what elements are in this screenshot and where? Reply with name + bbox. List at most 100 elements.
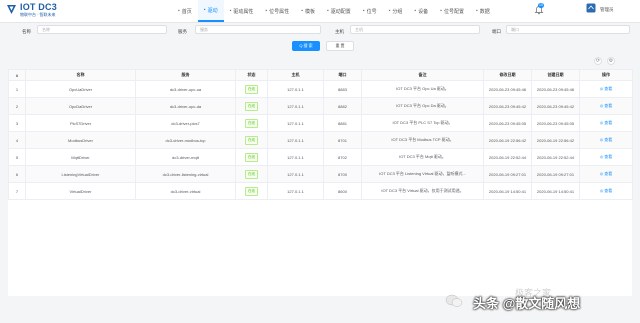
table-cell: 在线 — [235, 80, 268, 98]
nav-item-10[interactable]: ▪ 数据 — [470, 0, 496, 22]
cell-text: 4 — [15, 137, 19, 143]
group-icon: ▪ — [388, 8, 391, 14]
refresh-icon[interactable]: ⟳ — [594, 57, 602, 65]
table-cell: ◎ 查看 — [579, 97, 633, 115]
table-cell: dc3-driver-opc-ua — [135, 80, 236, 98]
cell-text: 2020-06-19 09:27:01 — [536, 171, 575, 177]
view-link[interactable]: ◎ 查看 — [600, 103, 613, 108]
view-link[interactable]: ◎ 查看 — [600, 86, 613, 91]
table-cell: 8882 — [323, 97, 362, 115]
table-cell: MqttDriver — [25, 148, 136, 166]
table-cell: ModbusDriver — [25, 131, 136, 149]
user-name[interactable]: 管理员 — [600, 7, 614, 13]
cell-text: 127.0.1.1 — [287, 120, 304, 126]
cell-text: 127.0.1.1 — [287, 171, 304, 177]
table-cell: 1 — [8, 80, 26, 98]
column-header[interactable]: 修改日期 — [483, 69, 532, 81]
table-cell: 在线 — [235, 114, 268, 132]
nav-item-0[interactable]: ▪ 首页 — [172, 0, 198, 22]
column-header[interactable]: 主机 — [267, 69, 324, 81]
cell-text: MqttDriver — [71, 154, 90, 160]
table-cell: 2020-06-23 09:45:42 — [483, 97, 532, 115]
name-input[interactable]: 名称 — [37, 25, 167, 34]
column-header[interactable]: 名称 — [25, 69, 136, 81]
column-header[interactable]: 状态 — [235, 69, 268, 81]
table-cell: 4 — [8, 131, 26, 149]
table-cell: ◎ 查看 — [579, 131, 633, 149]
table-row[interactable]: 3 PlcS7Driver dc3-driver-plcs7 在线 127.0.1.1 8… — [8, 114, 633, 132]
column-header[interactable]: 端口 — [323, 69, 362, 81]
table-cell: dc3-driver-modbus-tcp — [135, 131, 236, 149]
table-row[interactable]: 5 MqttDriver dc3-driver-mqtt 在线 127.0.1.1 870… — [8, 148, 633, 166]
cell-text: IOT DC3 平台 Listening Virtual 驱动，监听模式... — [379, 171, 466, 176]
cell-text: IOT DC3 平台 Virtual 驱动，仅用于测试用途。 — [381, 188, 464, 193]
cell-text: 2020-06-19 22:52:44 — [488, 154, 527, 160]
view-link[interactable]: ◎ 查看 — [600, 188, 613, 193]
column-header[interactable]: 创建日期 — [531, 69, 580, 81]
table-body: 1 OpcUaDriver dc3-driver-opc-ua 在线 127.0.1.1… — [8, 80, 633, 200]
nav-item-4[interactable]: ▪ 模板 — [295, 0, 321, 22]
table-cell: ◎ 查看 — [579, 114, 633, 132]
cell-text: IOT DC3 平台 Mqtt 驱动。 — [399, 154, 446, 159]
table-cell: OpcDaDriver — [25, 97, 136, 115]
nav-item-2[interactable]: ▪ 驱动属性 — [224, 0, 260, 22]
table-cell: IOT DC3 平台 Virtual 驱动，仅用于测试用途。 — [361, 182, 484, 200]
table-cell: 127.0.1.1 — [267, 165, 324, 183]
column-header[interactable]: 服务 — [135, 69, 236, 81]
host-label: 主机 — [335, 29, 344, 34]
nav-item-3[interactable]: ▪ 位号属性 — [259, 0, 295, 22]
reset-button[interactable]: 重 置 — [326, 41, 354, 51]
table-row[interactable]: 4 ModbusDriver dc3-driver-modbus-tcp 在线 127.… — [8, 131, 633, 149]
table-cell: 2020-06-23 09:45:42 — [531, 97, 580, 115]
nav-item-5[interactable]: ▪ 驱动配置 — [321, 0, 357, 22]
cell-text: dc3-driver-virtual — [170, 188, 201, 194]
column-header[interactable]: 操作 — [579, 69, 633, 81]
cell-text: 6 — [15, 171, 19, 177]
search-button[interactable]: Q 搜 索 — [292, 41, 320, 51]
service-input[interactable]: 服务 — [195, 25, 321, 34]
status-badge: 在线 — [245, 101, 258, 111]
table-cell: ◎ 查看 — [579, 148, 633, 166]
cell-text: 8700 — [338, 171, 347, 177]
table-cell: IOT DC3 平台 Modbus TCP 驱动。 — [361, 131, 484, 149]
view-link[interactable]: ◎ 查看 — [600, 154, 613, 159]
view-link[interactable]: ◎ 查看 — [600, 137, 613, 142]
attribute-icon: ▪ — [229, 8, 232, 14]
nav-item-label: 分组 — [392, 8, 403, 15]
nav-item-7[interactable]: ▪ 分组 — [383, 0, 409, 22]
table-row[interactable]: 6 ListeningVirtualDriver dc3-driver-listen… — [8, 165, 633, 183]
table-cell: 8701 — [323, 131, 362, 149]
port-input[interactable]: 端口 — [506, 25, 630, 34]
nav-item-1[interactable]: ▪ 驱动 — [197, 0, 224, 22]
nav-item-8[interactable]: ▪ 设备 — [408, 0, 434, 22]
settings-icon[interactable]: ⚙ — [607, 57, 615, 65]
nav-item-6[interactable]: ▪ 位号 — [357, 0, 383, 22]
user-avatar-icon[interactable] — [586, 3, 596, 13]
table-cell: 3 — [8, 114, 26, 132]
column-header[interactable]: # — [8, 69, 26, 81]
cell-text: PlcS7Driver — [69, 120, 92, 126]
cell-text: 127.0.1.1 — [287, 188, 304, 194]
table-row[interactable]: 7 VirtualDriver dc3-driver-virtual 在线 127.0.… — [8, 182, 633, 200]
main-nav: ▪ 首页 ▪ 驱动 ▪ 驱动属性 ▪ 位号属性 ▪ 模板 ▪ 驱动配置 ▪ 位号 ▪ 分组 ▪ 设备 ▪ 位号配置 ▪ 数… — [172, 0, 496, 22]
table-cell: 8883 — [323, 80, 362, 98]
status-badge: 在线 — [245, 135, 258, 145]
cell-text: VirtualDriver — [69, 188, 92, 194]
nav-item-label: 首页 — [181, 8, 192, 15]
view-link[interactable]: ◎ 查看 — [600, 120, 613, 125]
table-cell: PlcS7Driver — [25, 114, 136, 132]
table-row[interactable]: 1 OpcUaDriver dc3-driver-opc-ua 在线 127.0.1.1… — [8, 80, 633, 98]
table-row[interactable]: 2 OpcDaDriver dc3-driver-opc-da 在线 127.0.1.1… — [8, 97, 633, 115]
view-link[interactable]: ◎ 查看 — [600, 171, 613, 176]
table-cell: dc3-driver-opc-da — [135, 97, 236, 115]
host-input[interactable]: 主机 — [350, 25, 480, 34]
app-logo[interactable]: IOT DC3 物联中台 · 智联未来 — [6, 2, 70, 20]
nav-item-9[interactable]: ▪ 位号配置 — [434, 0, 470, 22]
nav-item-label: 驱动属性 — [233, 8, 254, 15]
logo-icon — [7, 5, 16, 14]
table-cell: 2020-06-19 09:27:01 — [531, 165, 580, 183]
nav-item-label: 位号配置 — [443, 8, 464, 15]
cell-text: 2020-06-19 09:27:01 — [488, 171, 527, 177]
column-header[interactable]: 备注 — [361, 69, 484, 81]
table-cell: IOT DC3 平台 Mqtt 驱动。 — [361, 148, 484, 166]
